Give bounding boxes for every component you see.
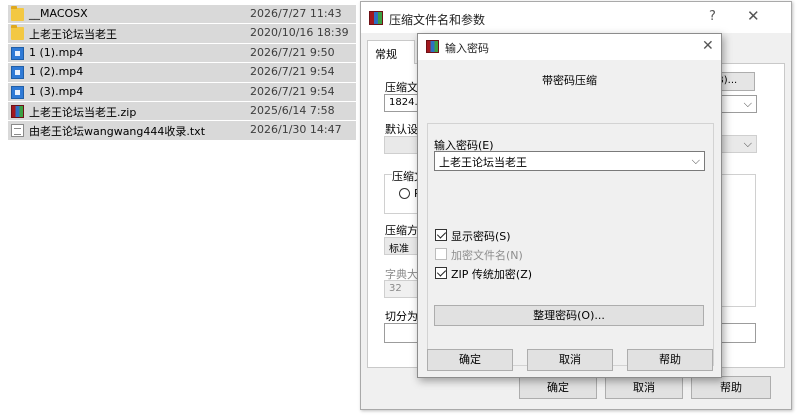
format-radio-button[interactable]: [399, 188, 410, 199]
chevron-down-icon: ⌵: [743, 97, 752, 110]
folder-icon: [11, 25, 24, 41]
help-button[interactable]: 帮助: [627, 349, 713, 371]
file-name: 上老王论坛当老王: [29, 28, 117, 42]
chevron-down-icon: ⌵: [743, 137, 752, 150]
split-volume-label: 切分为: [385, 310, 418, 323]
file-row[interactable]: 上老王论坛当老王 2020/10/16 18:39: [8, 24, 356, 44]
dialog-title: 输入密码: [445, 42, 489, 55]
file-name: 1 (3).mp4: [29, 84, 84, 98]
file-row[interactable]: 1 (3).mp4 2026/7/21 9:54: [8, 82, 356, 102]
dialog-titlebar: 压缩文件名和参数 ? ✕: [361, 2, 791, 33]
file-date: 2026/1/30 14:47: [250, 123, 342, 137]
zip-legacy-encryption-label: ZIP 传统加密(Z): [451, 268, 533, 281]
file-row[interactable]: 由老王论坛wangwang444收录.txt 2026/1/30 14:47: [8, 121, 356, 141]
show-password-label: 显示密码(S): [451, 230, 511, 243]
winrar-archive-icon: [11, 104, 24, 118]
file-row[interactable]: 1 (1).mp4 2026/7/21 9:50: [8, 43, 356, 64]
media-file-icon: [11, 46, 24, 60]
file-date: 2026/7/27 11:43: [250, 7, 342, 20]
cancel-button[interactable]: 取消: [527, 349, 613, 371]
file-date: 2020/10/16 18:39: [250, 26, 349, 40]
file-row[interactable]: 1 (2).mp4 2026/7/21 9:54: [8, 63, 356, 83]
text-file-icon: [11, 124, 24, 138]
file-date: 2025/6/14 7:58: [250, 103, 335, 117]
winrar-icon: [369, 11, 383, 25]
file-name: 1 (2).mp4: [29, 65, 84, 79]
chevron-down-icon[interactable]: ⌵: [692, 154, 700, 168]
file-name: __MACOSX: [29, 7, 88, 20]
default-profile-label: 默认设: [385, 123, 418, 136]
file-list: __MACOSX 2026/7/27 11:43 上老王论坛当老王 2020/1…: [8, 5, 356, 141]
folder-icon: [11, 6, 24, 21]
dialog-titlebar: 输入密码 ✕: [418, 34, 721, 60]
help-icon[interactable]: ?: [709, 9, 716, 24]
dialog-title: 压缩文件名和参数: [389, 13, 486, 27]
file-date: 2026/7/21 9:50: [250, 45, 335, 59]
encrypt-filenames-checkbox: [435, 248, 447, 260]
file-name: 由老王论坛wangwang444收录.txt: [29, 125, 206, 139]
tab-general[interactable]: 常规: [367, 40, 415, 64]
dialog-heading: 带密码压缩: [542, 74, 597, 87]
cancel-button[interactable]: 取消: [605, 376, 683, 399]
media-file-icon: [11, 85, 24, 99]
zip-legacy-encryption-checkbox[interactable]: [435, 267, 447, 279]
compression-method-label: 压缩方: [385, 224, 418, 237]
password-dialog: 输入密码 ✕ 带密码压缩 输入密码(E) 上老王论坛当老王 ⌵ 显示密码(S) …: [417, 33, 722, 378]
file-name: 上老王论坛当老王.zip: [29, 105, 137, 119]
file-date: 2026/7/21 9:54: [250, 65, 335, 79]
file-row[interactable]: __MACOSX 2026/7/27 11:43: [8, 5, 356, 25]
archive-name-label: 压缩文: [385, 81, 418, 94]
media-file-icon: [11, 66, 24, 80]
file-date: 2026/7/21 9:54: [250, 84, 335, 98]
encrypt-filenames-label: 加密文件名(N): [451, 249, 523, 262]
ok-button[interactable]: 确定: [519, 376, 597, 399]
file-row[interactable]: 上老王论坛当老王.zip 2025/6/14 7:58: [8, 101, 356, 122]
close-icon[interactable]: ✕: [747, 7, 760, 25]
ok-button[interactable]: 确定: [427, 349, 513, 371]
close-icon[interactable]: ✕: [702, 38, 714, 54]
winrar-icon: [426, 40, 439, 53]
password-input[interactable]: 上老王论坛当老王 ⌵: [434, 151, 705, 171]
show-password-checkbox[interactable]: [435, 229, 447, 241]
organize-passwords-button[interactable]: 整理密码(O)...: [434, 305, 704, 326]
password-value: 上老王论坛当老王: [439, 156, 527, 169]
file-name: 1 (1).mp4: [29, 45, 84, 59]
help-button[interactable]: 帮助: [691, 376, 771, 399]
